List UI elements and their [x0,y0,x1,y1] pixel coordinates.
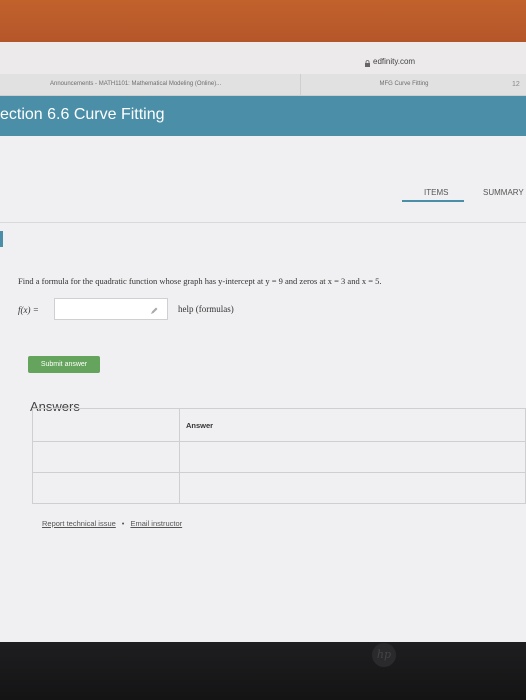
answers-table: Answer [32,408,526,504]
report-issue-link[interactable]: Report technical issue [42,519,116,528]
monitor-bezel [0,642,526,700]
url-text[interactable]: edfinity.com [373,57,415,66]
tab-badge[interactable]: 12 [512,74,520,95]
email-instructor-link[interactable]: Email instructor [130,519,182,528]
pencil-icon[interactable] [150,307,158,315]
function-label: f(x) = [18,305,39,315]
answer-column-header: Answer [179,408,526,442]
active-tab-indicator [402,200,464,202]
main-content: ITEMS SUMMARY Find a formula for the qua… [0,136,526,642]
problem-text: Find a formula for the quadratic functio… [18,276,382,286]
tab-announcements[interactable]: Announcements - MATH1101: Mathematical M… [50,74,300,95]
background-wall [0,0,526,42]
section-header: ection 6.6 Curve Fitting [0,96,526,136]
item-marker [0,231,3,247]
tab-summary[interactable]: SUMMARY [483,188,524,197]
footer-separator: • [121,519,125,528]
help-formulas-link[interactable]: help (formulas) [178,304,234,314]
page-title: ection 6.6 Curve Fitting [0,106,165,123]
table-cell [32,408,180,442]
table-cell [32,472,180,504]
divider [0,222,526,223]
table-row [32,472,526,504]
lock-icon [365,60,370,67]
footer-links: Report technical issue • Email instructor [42,519,182,528]
monitor-screen: edfinity.com Announcements - MATH1101: M… [0,42,526,642]
hp-logo: hp [372,643,396,667]
table-cell [32,441,180,473]
tab-curve-fitting[interactable]: MFG Curve Fitting [300,74,507,95]
submit-answer-button[interactable]: Submit answer [28,356,100,373]
table-row [32,441,526,473]
browser-tab-bar: Announcements - MATH1101: Mathematical M… [0,74,526,96]
browser-title-bar: edfinity.com [0,42,526,74]
table-header-row: Answer [32,408,526,442]
table-cell [179,472,526,504]
table-cell [179,441,526,473]
tab-items[interactable]: ITEMS [424,188,448,197]
